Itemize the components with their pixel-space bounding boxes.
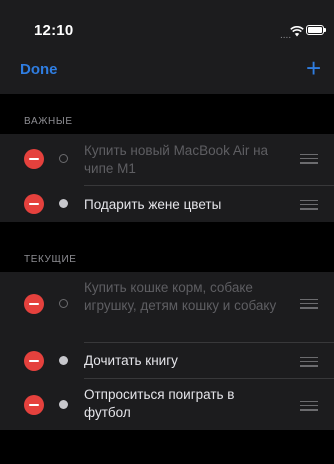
delete-icon[interactable] [24, 194, 44, 214]
radio-unchecked-icon[interactable] [59, 154, 68, 163]
section-header-current: ТЕКУЩИЕ [24, 254, 77, 265]
item-label: Купить кошке корм, собаке игрушку, детям… [84, 280, 277, 313]
section-important: Купить новый MacBook Air на чипе M1 Пода… [0, 134, 334, 222]
battery-tip [324, 28, 326, 32]
navigation-area: 12:10 .... Done + [0, 0, 334, 94]
delete-icon[interactable] [24, 395, 44, 415]
add-button[interactable]: + [306, 55, 321, 81]
item-label: Дочитать книгу [84, 353, 178, 368]
list-item[interactable]: Купить новый MacBook Air на чипе M1 [0, 134, 334, 184]
section-current: Купить кошке корм, собаке игрушку, детям… [0, 272, 334, 430]
delete-icon[interactable] [24, 294, 44, 314]
battery-icon [306, 25, 324, 35]
item-label: Купить новый MacBook Air на чипе M1 [84, 143, 269, 176]
status-time: 12:10 [34, 22, 74, 39]
list-item[interactable]: Дочитать книгу [0, 343, 334, 379]
list-item[interactable]: Подарить жене цветы [0, 186, 334, 222]
list-item[interactable]: Отпроситься поиграть в футбол [0, 379, 334, 430]
radio-unchecked-icon[interactable] [59, 299, 68, 308]
section-header-important: ВАЖНЫЕ [24, 116, 73, 127]
reorder-icon[interactable] [300, 357, 318, 370]
list-item[interactable]: Купить кошке корм, собаке игрушку, детям… [0, 272, 334, 336]
done-button[interactable]: Done [20, 61, 58, 78]
radio-checked-icon[interactable] [59, 199, 68, 208]
reorder-icon[interactable] [300, 401, 318, 414]
radio-checked-icon[interactable] [59, 356, 68, 365]
item-label: Подарить жене цветы [84, 197, 222, 212]
reorder-icon[interactable] [300, 200, 318, 213]
item-label: Отпроситься поиграть в футбол [84, 387, 235, 420]
radio-checked-icon[interactable] [59, 400, 68, 409]
reorder-icon[interactable] [300, 299, 318, 312]
reorder-icon[interactable] [300, 154, 318, 167]
wifi-icon [290, 26, 304, 37]
screen: 12:10 .... Done + ВАЖНЫЕ Купить новый Ma… [0, 0, 334, 464]
delete-icon[interactable] [24, 149, 44, 169]
delete-icon[interactable] [24, 351, 44, 371]
